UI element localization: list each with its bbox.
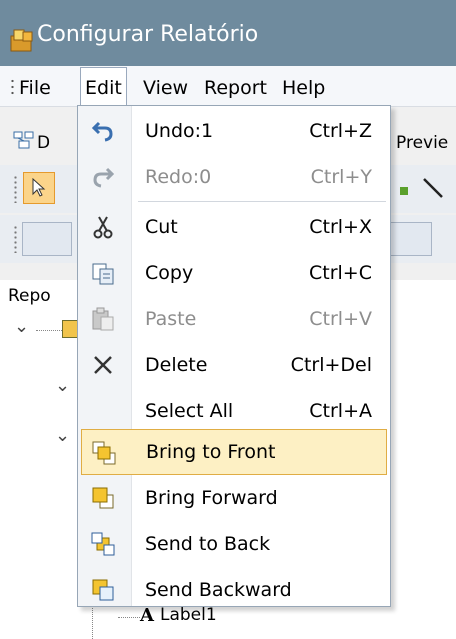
send-to-back-icon xyxy=(91,532,115,556)
menu-item-undo[interactable]: Undo:1 Ctrl+Z xyxy=(78,108,390,154)
menu-item-label: Cut xyxy=(145,216,178,238)
title-bar: Configurar Relatório xyxy=(0,0,456,66)
expand-chevron-icon-3[interactable]: ⌄ xyxy=(55,425,70,446)
menubar-grip-icon xyxy=(11,78,14,96)
menu-item-label: Bring to Front xyxy=(146,441,276,463)
size-combo[interactable] xyxy=(390,222,432,256)
edit-menu-dropdown: Undo:1 Ctrl+Z Redo:0 Ctrl+Y Cut Ctrl+X C… xyxy=(77,105,391,607)
menu-bar: File Edit View Report Help xyxy=(0,66,456,107)
window-title: Configurar Relatório xyxy=(37,22,259,47)
menu-item-bring-forward[interactable]: Bring Forward xyxy=(78,475,390,521)
menu-item-shortcut: Ctrl+Del xyxy=(290,354,372,376)
menu-item-label: Send Backward xyxy=(145,579,292,601)
paste-icon xyxy=(92,307,114,331)
menu-item-send-to-back[interactable]: Send to Back xyxy=(78,521,390,567)
tab-design-label[interactable]: D xyxy=(37,133,50,153)
menu-item-shortcut: Ctrl+V xyxy=(309,308,372,330)
bring-forward-icon xyxy=(92,487,114,509)
menu-item-label: Redo:0 xyxy=(145,166,212,188)
tree-panel-header: Repo xyxy=(8,286,51,306)
expand-chevron-icon-2[interactable]: ⌄ xyxy=(55,375,70,396)
bring-to-front-icon xyxy=(92,441,116,465)
cut-icon xyxy=(93,216,113,239)
copy-icon xyxy=(92,263,114,285)
menu-separator xyxy=(138,201,386,202)
menu-item-select-all[interactable]: Select All Ctrl+A xyxy=(78,388,390,434)
menu-help[interactable]: Help xyxy=(282,77,325,99)
menu-item-label: Delete xyxy=(145,354,208,376)
menu-view[interactable]: View xyxy=(143,77,188,99)
delete-icon xyxy=(94,356,112,374)
menu-item-label: Copy xyxy=(145,262,194,284)
menu-report[interactable]: Report xyxy=(204,77,267,99)
menu-item-send-backward[interactable]: Send Backward xyxy=(78,567,390,613)
pointer-tool-button[interactable] xyxy=(23,172,55,204)
menu-item-label: Select All xyxy=(145,400,234,422)
menu-file[interactable]: File xyxy=(19,77,51,99)
pointer-icon xyxy=(32,178,46,197)
menu-item-shortcut: Ctrl+Y xyxy=(310,166,372,188)
design-tab-icon xyxy=(13,131,34,149)
menu-item-copy[interactable]: Copy Ctrl+C xyxy=(78,250,390,296)
line-tool-icon[interactable] xyxy=(420,175,446,201)
menu-item-label: Send to Back xyxy=(145,533,271,555)
redo-icon xyxy=(93,167,115,188)
menu-item-paste[interactable]: Paste Ctrl+V xyxy=(78,296,390,342)
tool-green-icon[interactable] xyxy=(400,187,408,195)
menu-item-label: Undo:1 xyxy=(145,120,214,142)
menu-item-shortcut: Ctrl+C xyxy=(309,262,372,284)
report-config-icon xyxy=(10,29,33,52)
font-combo[interactable] xyxy=(22,222,72,256)
report-node-icon xyxy=(62,320,78,338)
menu-item-shortcut: Ctrl+Z xyxy=(309,120,372,142)
tree-connector-h xyxy=(118,617,140,619)
tab-preview-label[interactable]: Previe xyxy=(396,133,448,153)
expand-chevron-icon[interactable]: ⌄ xyxy=(14,316,29,337)
menu-item-bring-to-front[interactable]: Bring to Front xyxy=(81,429,387,475)
menu-item-redo[interactable]: Redo:0 Ctrl+Y xyxy=(78,154,390,200)
menu-item-shortcut: Ctrl+A xyxy=(309,400,372,422)
menu-item-label: Bring Forward xyxy=(145,487,278,509)
menu-item-delete[interactable]: Delete Ctrl+Del xyxy=(78,342,390,388)
menu-edit[interactable]: Edit xyxy=(80,67,127,105)
tree-connector xyxy=(36,330,62,332)
menu-item-label: Paste xyxy=(145,308,197,330)
menu-item-shortcut: Ctrl+X xyxy=(309,216,372,238)
send-backward-icon xyxy=(92,579,114,601)
undo-icon xyxy=(91,121,113,142)
toolbar-grip-icon-2 xyxy=(14,225,17,253)
menu-item-cut[interactable]: Cut Ctrl+X xyxy=(78,204,390,250)
toolbar-grip-icon xyxy=(14,175,17,203)
